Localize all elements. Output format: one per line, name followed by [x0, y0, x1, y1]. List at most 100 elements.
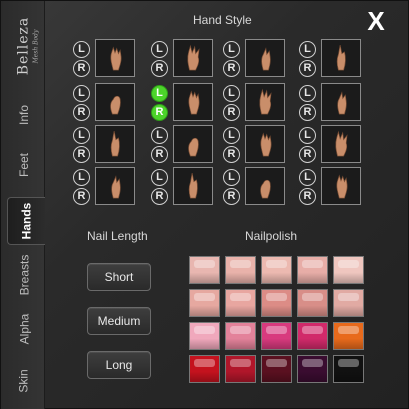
hand-pose-index-up-icon[interactable] — [173, 167, 213, 205]
right-hand-button[interactable]: R — [223, 146, 240, 163]
left-hand-button[interactable]: L — [151, 169, 168, 186]
right-hand-button[interactable]: R — [73, 188, 90, 205]
hand-style-item: LR — [71, 167, 141, 207]
tab-label: Info — [16, 104, 31, 126]
nailpolish-swatch[interactable] — [333, 256, 364, 284]
hand-style-item: LR — [221, 39, 291, 79]
hand-pose-open-cupped-icon[interactable] — [173, 83, 213, 121]
tab-breasts[interactable]: Breasts — [5, 245, 43, 305]
nailpolish-swatch[interactable] — [261, 322, 292, 350]
hand-style-item: LR — [297, 39, 367, 79]
left-hand-button[interactable]: L — [299, 169, 316, 186]
tab-label: Breasts — [17, 254, 31, 296]
hand-pose-reaching-icon[interactable] — [245, 83, 285, 121]
tab-hands[interactable]: Hands — [7, 197, 45, 245]
hand-pose-flat-icon[interactable] — [321, 83, 361, 121]
left-hand-button[interactable]: L — [223, 127, 240, 144]
hand-pose-loose-fist-icon[interactable] — [321, 125, 361, 163]
left-hand-button[interactable]: L — [151, 127, 168, 144]
hand-pose-peace-icon[interactable] — [245, 167, 285, 205]
hand-pose-fist-up-icon[interactable] — [173, 125, 213, 163]
nail-medium-button[interactable]: Medium — [87, 307, 151, 335]
swatch-gloss — [266, 359, 287, 367]
nailpolish-swatch[interactable] — [189, 322, 220, 350]
close-button[interactable]: X — [362, 7, 390, 35]
nailpolish-title: Nailpolish — [245, 229, 298, 243]
nailpolish-swatch[interactable] — [297, 355, 328, 383]
left-hand-button[interactable]: L — [151, 85, 168, 102]
nailpolish-swatch[interactable] — [333, 355, 364, 383]
left-hand-button[interactable]: L — [299, 127, 316, 144]
hand-pose-index-point-icon[interactable] — [95, 167, 135, 205]
nailpolish-swatch[interactable] — [261, 289, 292, 317]
nail-short-button[interactable]: Short — [87, 263, 151, 291]
nailpolish-swatch[interactable] — [297, 256, 328, 284]
nailpolish-swatch[interactable] — [225, 256, 256, 284]
right-hand-button[interactable]: R — [223, 104, 240, 121]
hand-pose-fingers-spread-icon[interactable] — [173, 39, 213, 77]
swatch-gloss — [230, 359, 251, 367]
right-hand-button[interactable]: R — [299, 104, 316, 121]
nailpolish-swatch[interactable] — [261, 256, 292, 284]
right-hand-button[interactable]: R — [151, 188, 168, 205]
swatch-gloss — [194, 260, 215, 268]
tab-info[interactable]: Info — [5, 91, 43, 139]
right-hand-button[interactable]: R — [73, 146, 90, 163]
nailpolish-swatch[interactable] — [189, 355, 220, 383]
swatch-gloss — [266, 260, 287, 268]
swatch-gloss — [302, 359, 323, 367]
tab-skin[interactable]: Skin — [5, 357, 43, 405]
nail-long-button[interactable]: Long — [87, 351, 151, 379]
hand-pose-curled-icon[interactable] — [95, 83, 135, 121]
right-hand-button[interactable]: R — [223, 188, 240, 205]
logo-tagline: Mesh Body — [29, 11, 43, 81]
hand-style-item: LR — [221, 125, 291, 165]
hand-pose-gesture-icon[interactable] — [245, 39, 285, 77]
hand-pose-point-up-icon[interactable] — [321, 39, 361, 77]
right-hand-button[interactable]: R — [299, 188, 316, 205]
left-hand-button[interactable]: L — [299, 85, 316, 102]
tab-feet[interactable]: Feet — [5, 141, 43, 189]
swatch-gloss — [230, 260, 251, 268]
left-hand-button[interactable]: L — [73, 85, 90, 102]
swatch-gloss — [338, 359, 359, 367]
right-hand-button[interactable]: R — [151, 104, 168, 121]
left-hand-button[interactable]: L — [299, 41, 316, 58]
hand-style-item: LR — [71, 83, 141, 123]
right-hand-button[interactable]: R — [73, 104, 90, 121]
nailpolish-swatch[interactable] — [189, 289, 220, 317]
left-hand-button[interactable]: L — [73, 169, 90, 186]
hand-style-item: LR — [149, 167, 219, 207]
nailpolish-swatch[interactable] — [297, 289, 328, 317]
left-hand-button[interactable]: L — [73, 127, 90, 144]
swatch-gloss — [302, 293, 323, 301]
nailpolish-swatch[interactable] — [261, 355, 292, 383]
left-hand-button[interactable]: L — [73, 41, 90, 58]
tab-alpha[interactable]: Alpha — [5, 305, 43, 353]
nailpolish-swatch[interactable] — [225, 355, 256, 383]
swatch-gloss — [194, 326, 215, 334]
nailpolish-swatch[interactable] — [189, 256, 220, 284]
tab-label: Hands — [19, 202, 34, 240]
nailpolish-swatch[interactable] — [333, 322, 364, 350]
left-hand-button[interactable]: L — [223, 85, 240, 102]
nailpolish-swatch[interactable] — [225, 289, 256, 317]
hand-style-item: LR — [221, 167, 291, 207]
right-hand-button[interactable]: R — [151, 146, 168, 163]
left-hand-button[interactable]: L — [223, 41, 240, 58]
left-hand-button[interactable]: L — [223, 169, 240, 186]
hand-pose-fist-thumb-icon[interactable] — [95, 125, 135, 163]
nailpolish-swatch[interactable] — [297, 322, 328, 350]
right-hand-button[interactable]: R — [223, 60, 240, 77]
nailpolish-swatch[interactable] — [333, 289, 364, 317]
nailpolish-swatch[interactable] — [225, 322, 256, 350]
right-hand-button[interactable]: R — [73, 60, 90, 77]
hand-pose-thumb-side-icon[interactable] — [321, 167, 361, 205]
right-hand-button[interactable]: R — [299, 60, 316, 77]
right-hand-button[interactable]: R — [299, 146, 316, 163]
right-hand-button[interactable]: R — [151, 60, 168, 77]
hand-pose-fist-icon[interactable] — [245, 125, 285, 163]
hand-pose-relaxed-icon[interactable] — [95, 39, 135, 77]
swatch-gloss — [338, 326, 359, 334]
left-hand-button[interactable]: L — [151, 41, 168, 58]
